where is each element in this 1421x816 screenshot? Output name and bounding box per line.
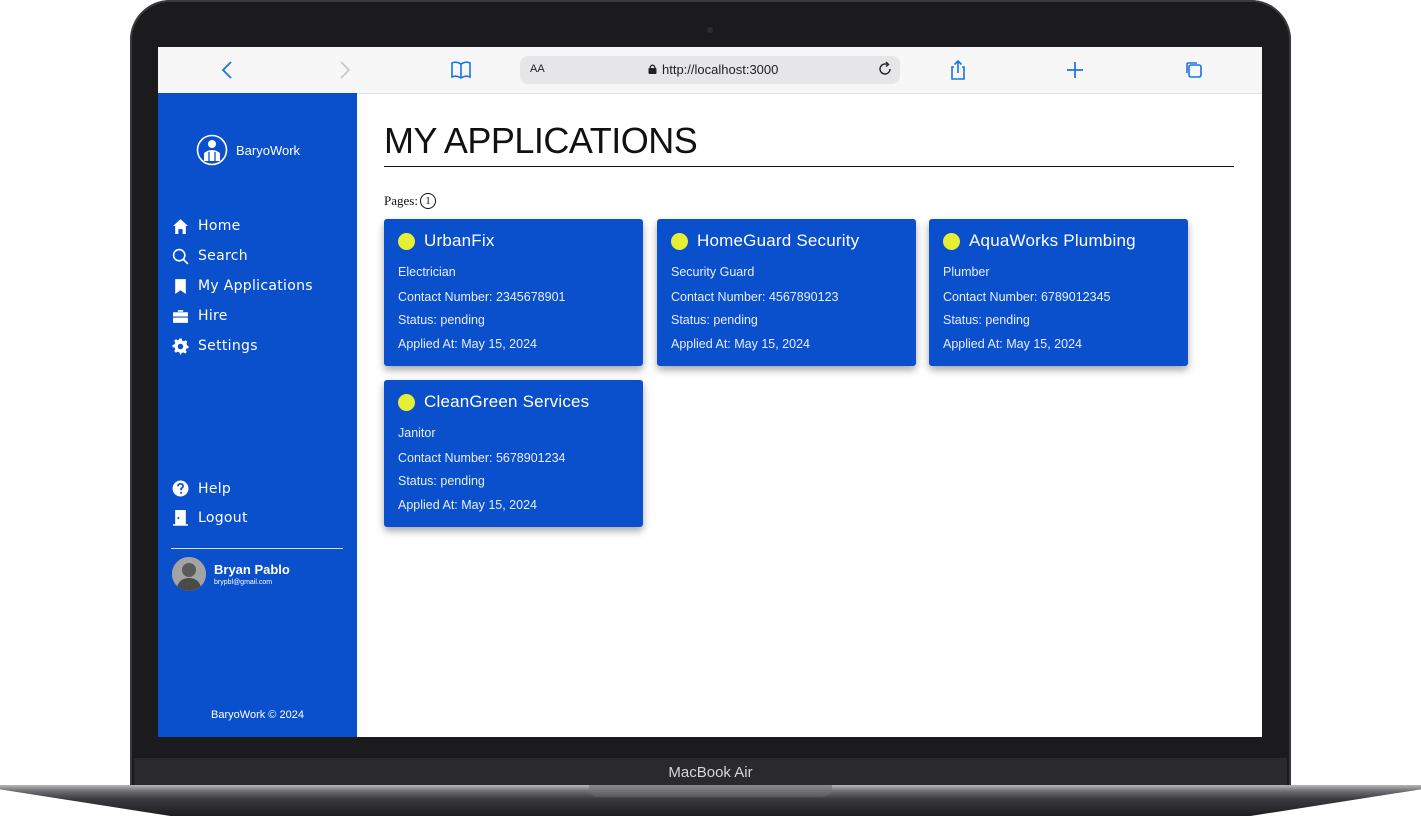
sidebar-footer: BaryoWork © 2024 — [211, 709, 304, 721]
sidebar-item-label: Search — [198, 248, 248, 264]
page-button[interactable]: 1 — [419, 193, 436, 209]
application-card[interactable]: HomeGuard Security Security Guard Contac… — [657, 219, 916, 366]
application-status: Status: pending — [398, 313, 485, 327]
applied-date: Applied At: May 15, 2024 — [943, 337, 1082, 351]
sidebar-nav: Home Search My Applications Hire Setting… — [172, 211, 313, 361]
text-size-button[interactable]: AA — [530, 63, 545, 75]
sidebar-item-label: Logout — [198, 509, 248, 526]
sidebar-item-label: My Applications — [198, 278, 313, 294]
back-icon[interactable] — [216, 58, 240, 82]
bookmarks-icon[interactable] — [449, 58, 473, 82]
application-status: Status: pending — [671, 313, 758, 327]
card-header: AquaWorks Plumbing — [943, 231, 1136, 251]
user-email: brypbl@gmail.com — [214, 579, 273, 586]
pagination: Pages: 1 — [384, 193, 436, 209]
sidebar-item-help[interactable]: Help — [172, 474, 248, 503]
avatar — [172, 557, 206, 591]
applied-date: Applied At: May 15, 2024 — [671, 337, 810, 351]
reload-icon[interactable] — [876, 60, 894, 78]
company-name: AquaWorks Plumbing — [969, 231, 1136, 250]
door-icon — [173, 510, 188, 526]
status-dot — [671, 232, 688, 250]
company-name: UrbanFix — [424, 231, 495, 250]
brand-logo-icon — [196, 134, 228, 166]
job-role: Janitor — [398, 426, 436, 440]
pages-label: Pages: — [384, 193, 418, 208]
search-icon — [172, 248, 189, 265]
status-dot — [398, 232, 415, 250]
application-status: Status: pending — [943, 313, 1030, 327]
tabs-overview-icon[interactable] — [1182, 58, 1206, 82]
application-card[interactable]: AquaWorks Plumbing Plumber Contact Numbe… — [929, 219, 1188, 366]
laptop-notch — [589, 785, 832, 797]
card-header: HomeGuard Security — [671, 231, 859, 251]
applied-date: Applied At: May 15, 2024 — [398, 498, 537, 512]
company-name: HomeGuard Security — [697, 231, 860, 250]
sidebar-nav-bottom: Help Logout — [172, 474, 248, 532]
page-title: MY APPLICATIONS — [384, 121, 1234, 167]
sidebar: BaryoWork Home Search My Applications Hi… — [158, 93, 357, 737]
applied-date: Applied At: May 15, 2024 — [398, 337, 537, 351]
lock-icon — [648, 64, 657, 74]
bookmark-icon — [175, 278, 186, 294]
job-role: Plumber — [943, 265, 990, 279]
application-card[interactable]: CleanGreen Services Janitor Contact Numb… — [384, 380, 643, 527]
application-status: Status: pending — [398, 474, 485, 488]
brand-name: BaryoWork — [236, 142, 301, 158]
status-dot — [398, 393, 415, 411]
status-dot — [943, 232, 960, 250]
user-avatar-icon — [172, 557, 206, 591]
job-role: Electrician — [398, 265, 456, 279]
user-profile[interactable]: Bryan Pablo brypbl@gmail.com — [172, 557, 290, 591]
sidebar-item-search[interactable]: Search — [172, 241, 313, 271]
job-role: Security Guard — [671, 265, 755, 279]
device-label: MacBook Air — [134, 758, 1287, 786]
company-name: CleanGreen Services — [424, 392, 590, 411]
home-icon — [173, 218, 188, 234]
contact-number: Contact Number: 6789012345 — [943, 290, 1111, 304]
contact-number: Contact Number: 5678901234 — [398, 451, 566, 465]
help-icon — [172, 480, 189, 497]
address-bar[interactable]: AA http://localhost:3000 — [520, 56, 900, 84]
sidebar-item-label: Hire — [198, 308, 228, 324]
sidebar-item-hire[interactable]: Hire — [172, 301, 313, 331]
application-card[interactable]: UrbanFix Electrician Contact Number: 234… — [384, 219, 643, 366]
sidebar-item-logout[interactable]: Logout — [172, 503, 248, 532]
contact-number: Contact Number: 2345678901 — [398, 290, 566, 304]
share-icon[interactable] — [946, 58, 970, 82]
sidebar-item-settings[interactable]: Settings — [172, 331, 313, 361]
card-header: CleanGreen Services — [398, 392, 589, 412]
sidebar-item-label: Help — [198, 480, 232, 497]
url-text: http://localhost:3000 — [662, 62, 779, 77]
sidebar-item-home[interactable]: Home — [172, 211, 313, 241]
card-header: UrbanFix — [398, 231, 495, 251]
gear-icon — [172, 337, 189, 354]
new-tab-icon[interactable] — [1063, 58, 1087, 82]
sidebar-item-my-applications[interactable]: My Applications — [172, 271, 313, 301]
brand[interactable]: BaryoWork — [196, 134, 300, 166]
forward-icon[interactable] — [332, 58, 356, 82]
screen: AA http://localhost:3000 BaryoWork Home … — [158, 47, 1262, 737]
sidebar-item-label: Settings — [198, 338, 258, 354]
camera-dot — [707, 27, 713, 33]
sidebar-divider — [171, 548, 343, 549]
briefcase-icon — [173, 309, 188, 323]
browser-toolbar: AA http://localhost:3000 — [158, 47, 1262, 94]
user-name: Bryan Pablo — [214, 562, 290, 577]
sidebar-item-label: Home — [198, 218, 241, 234]
contact-number: Contact Number: 4567890123 — [671, 290, 839, 304]
